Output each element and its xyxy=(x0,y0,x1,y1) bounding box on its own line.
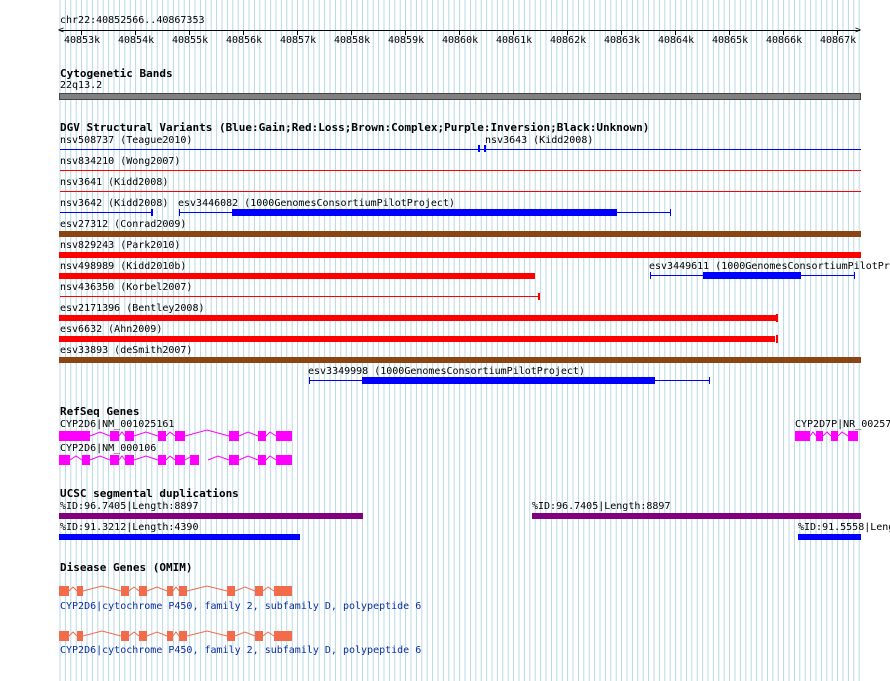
segdup-bar-4[interactable] xyxy=(798,534,861,540)
omim-gene-1 xyxy=(59,585,292,596)
gene-models[interactable] xyxy=(0,0,890,681)
segdup-label: %ID:96.7405|Length:8897 xyxy=(60,501,199,512)
gene-cyp2d6-nm001025161 xyxy=(59,429,292,441)
segdup-bar-1[interactable] xyxy=(59,513,363,519)
segdup-track-title: UCSC segmental duplications xyxy=(60,487,239,500)
segdup-label: %ID:91.3212|Length:4390 xyxy=(60,522,199,533)
omim-gene-label[interactable]: CYP2D6|cytochrome P450, family 2, subfam… xyxy=(60,601,421,612)
segdup-bar-3[interactable] xyxy=(59,534,300,540)
segdup-bar-2[interactable] xyxy=(532,513,861,519)
segdup-label: %ID:96.7405|Length:8897 xyxy=(532,501,671,512)
gene-cyp2d6-nm000106 xyxy=(59,455,292,465)
omim-track-title: Disease Genes (OMIM) xyxy=(60,561,193,574)
gene-cyp2d7p xyxy=(795,431,858,441)
omim-gene-label[interactable]: CYP2D6|cytochrome P450, family 2, subfam… xyxy=(60,645,421,656)
omim-gene-2 xyxy=(59,630,292,641)
segdup-label: %ID:91.5558|Length xyxy=(798,522,890,533)
